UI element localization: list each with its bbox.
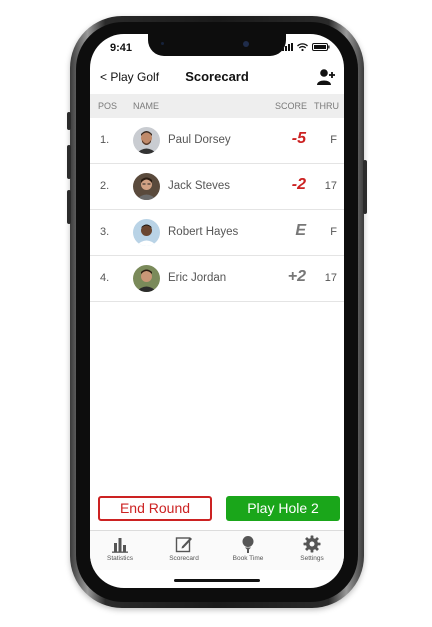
power-button [363,160,367,214]
player-score: +2 [287,268,306,285]
leaderboard-row[interactable]: 4. Eric Jordan +2 17 [90,256,344,302]
end-round-button[interactable]: End Round [98,496,212,521]
column-name: NAME [133,101,160,111]
status-icons [282,43,330,51]
leaderboard-row[interactable]: 1. Paul Dorsey -5 F [90,118,344,164]
nav-item-scorecard[interactable]: Scorecard [154,535,214,562]
player-name: Jack Steves [168,180,230,192]
front-camera [243,41,249,47]
nav-label: Scorecard [169,555,199,562]
home-indicator[interactable] [174,579,260,582]
player-name: Robert Hayes [168,226,239,238]
notch [148,34,286,56]
position: 1. [100,134,110,146]
player-name: Eric Jordan [168,272,227,284]
nav-header: < Play Golf Scorecard [90,64,344,94]
cellular-signal-icon [282,43,293,51]
status-time: 9:41 [110,42,133,54]
nav-label: Settings [300,555,324,562]
leaderboard-row[interactable]: 2. Jack Steves -2 17 [90,164,344,210]
wifi-icon [297,43,308,51]
player-thru: F [330,134,337,146]
player-thru: F [330,226,337,238]
player-avatar [133,219,160,246]
gear-icon [303,535,321,553]
bottom-nav: Statistics Scorecard Book Time Settings [90,530,344,570]
add-user-icon[interactable] [316,68,336,86]
bar-chart-icon [112,538,128,553]
position: 4. [100,272,110,284]
nav-item-settings[interactable]: Settings [282,535,342,562]
screen: 9:41 < Play Golf Scorecard POS NAME SCOR… [90,34,344,588]
column-thru: THRU [314,101,339,111]
player-name: Paul Dorsey [168,134,231,146]
nav-item-book-time[interactable]: Book Time [218,535,278,562]
player-thru: 17 [324,272,337,284]
position: 3. [100,226,110,238]
player-avatar [133,127,160,154]
nav-label: Book Time [232,555,264,562]
player-score: E [295,222,306,239]
column-pos: POS [98,101,118,111]
player-thru: 17 [324,180,337,192]
page-title: Scorecard [185,69,249,84]
player-score: -2 [291,176,306,193]
nav-label: Statistics [106,555,133,562]
nav-item-statistics[interactable]: Statistics [90,535,150,562]
volume-down-button [67,190,71,224]
battery-icon [312,43,330,51]
player-avatar [133,173,160,200]
table-header: POS NAME SCORE THRU [90,94,344,118]
player-avatar [133,265,160,292]
volume-up-button [67,145,71,179]
leaderboard-row[interactable]: 3. Robert Hayes E F [90,210,344,256]
position: 2. [100,180,110,192]
player-score: -5 [291,130,306,147]
speaker [161,42,164,45]
golf-ball-tee-icon [242,536,254,553]
edit-icon [175,537,192,553]
column-score: SCORE [275,101,308,111]
play-hole-button[interactable]: Play Hole 2 [226,496,340,521]
silent-switch [67,112,71,130]
